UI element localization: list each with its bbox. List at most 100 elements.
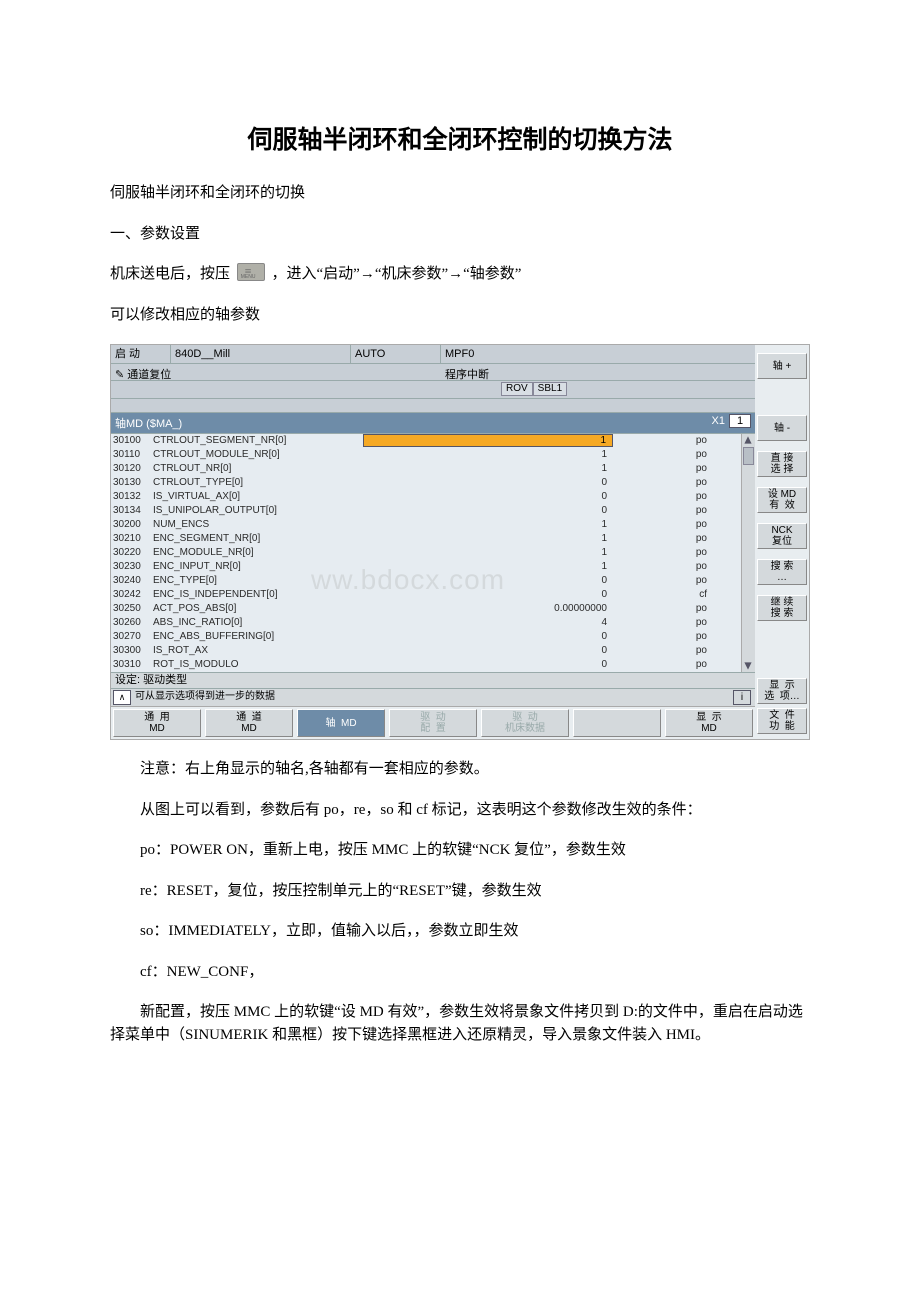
md-name: CTRLOUT_MODULE_NR[0] [153, 448, 363, 462]
hint-text: 可从显示选项得到进一步的数据 [133, 689, 733, 704]
md-value[interactable]: 1 [363, 448, 613, 462]
md-effect: po [613, 434, 723, 448]
md-name: NUM_ENCS [153, 518, 363, 532]
md-row[interactable]: 30210ENC_SEGMENT_NR[0]1po [111, 532, 741, 546]
bottom-softkey[interactable]: 驱 动 配 置 [389, 709, 477, 737]
md-row[interactable]: 30220ENC_MODULE_NR[0]1po [111, 546, 741, 560]
md-effect: po [613, 658, 723, 672]
note-newconf: 新配置，按压 MMC 上的软键“设 MD 有效”，参数生效将景象文件拷贝到 D:… [110, 1001, 810, 1046]
scrollbar[interactable] [741, 434, 755, 672]
md-value[interactable]: 1 [363, 434, 613, 447]
softkey-axis-plus[interactable]: 轴 + [757, 353, 807, 379]
md-id: 30240 [111, 574, 153, 588]
md-row[interactable]: 30100CTRLOUT_SEGMENT_NR[0]1po [111, 434, 741, 448]
hmi-prog-state: 程序中断 [441, 364, 755, 380]
softkey-search[interactable]: 搜 索 … [757, 559, 807, 585]
md-effect: po [613, 630, 723, 644]
hmi-mpf: MPF0 [441, 345, 755, 363]
bottom-softkey[interactable]: 通 用 MD [113, 709, 201, 737]
md-value[interactable]: 0 [363, 504, 613, 518]
md-row[interactable]: 30120CTRLOUT_NR[0]1po [111, 462, 741, 476]
md-id: 30230 [111, 560, 153, 574]
step-line: 机床送电后，按压 ，进入“启动”→“机床参数”→“轴参数” [110, 263, 810, 286]
md-row[interactable]: 30200NUM_ENCS1po [111, 518, 741, 532]
md-value[interactable]: 0 [363, 658, 613, 672]
bottom-softkey[interactable]: 显 示 MD [665, 709, 753, 737]
md-row[interactable]: 30134IS_UNIPOLAR_OUTPUT[0]0po [111, 504, 741, 518]
md-name: ENC_SEGMENT_NR[0] [153, 532, 363, 546]
md-value[interactable]: 1 [363, 560, 613, 574]
md-value[interactable]: 0 [363, 476, 613, 490]
md-effect: po [613, 504, 723, 518]
md-value[interactable]: 0 [363, 490, 613, 504]
md-id: 30310 [111, 658, 153, 672]
softkey-axis-minus[interactable]: 轴 - [757, 415, 807, 441]
md-row[interactable]: 30132IS_VIRTUAL_AX[0]0po [111, 490, 741, 504]
md-id: 30250 [111, 602, 153, 616]
md-name: IS_ROT_AX [153, 644, 363, 658]
scroll-thumb[interactable] [743, 447, 754, 465]
md-name: ENC_MODULE_NR[0] [153, 546, 363, 560]
bottom-softkeys: 通 用 MD通 道 MD轴 MD驱 动 配 置驱 动 机床数据 显 示 MD [111, 706, 755, 739]
hmi-hint-bar: ∧ 可从显示选项得到进一步的数据 i [111, 688, 755, 706]
md-row[interactable]: 30300IS_ROT_AX0po [111, 644, 741, 658]
md-row[interactable]: 30250ACT_POS_ABS[0]0.00000000po [111, 602, 741, 616]
md-row[interactable]: 30310ROT_IS_MODULO0po [111, 658, 741, 672]
md-id: 30220 [111, 546, 153, 560]
md-row[interactable]: 30270ENC_ABS_BUFFERING[0]0po [111, 630, 741, 644]
softkey-nck-reset[interactable]: NCK 复位 [757, 523, 807, 549]
md-value[interactable]: 1 [363, 546, 613, 560]
md-value[interactable]: 1 [363, 462, 613, 476]
section-heading: 一、参数设置 [110, 223, 810, 246]
softkey-continue-search[interactable]: 继 续 搜 索 [757, 595, 807, 621]
md-row[interactable]: 30260ABS_INC_RATIO[0]4po [111, 616, 741, 630]
bottom-softkey [573, 709, 661, 737]
hmi-top-row: 启 动 840D__Mill AUTO MPF0 ✎ 通道复位 程序中断 ROV… [111, 345, 809, 413]
bottom-softkey[interactable]: 驱 动 机床数据 [481, 709, 569, 737]
md-row[interactable]: 30240ENC_TYPE[0]0po [111, 574, 741, 588]
md-row[interactable]: 30230ENC_INPUT_NR[0]1po [111, 560, 741, 574]
note-so: so：IMMEDIATELY，立即，值输入以后，，参数立即生效 [110, 920, 810, 943]
md-row[interactable]: 30242ENC_IS_INDEPENDENT[0]0cf [111, 588, 741, 602]
hmi-screenshot: 启 动 840D__Mill AUTO MPF0 ✎ 通道复位 程序中断 ROV… [110, 344, 810, 740]
md-value[interactable]: 1 [363, 518, 613, 532]
md-name: ENC_ABS_BUFFERING[0] [153, 630, 363, 644]
md-effect: po [613, 602, 723, 616]
md-effect: cf [613, 588, 723, 602]
badge-rov: ROV [501, 382, 533, 396]
md-value[interactable]: 0 [363, 630, 613, 644]
note-effects: 从图上可以看到，参数后有 po，re，so 和 cf 标记，这表明这个参数修改生… [110, 799, 810, 822]
md-name: ACT_POS_ABS[0] [153, 602, 363, 616]
softkey-direct-select[interactable]: 直 接 选 择 [757, 451, 807, 477]
md-name: IS_VIRTUAL_AX[0] [153, 490, 363, 504]
md-value[interactable]: 1 [363, 532, 613, 546]
scroll-up-icon[interactable] [742, 434, 754, 446]
axis-index-input[interactable]: 1 [729, 414, 751, 428]
md-id: 30270 [111, 630, 153, 644]
md-value[interactable]: 0 [363, 588, 613, 602]
md-effect: po [613, 574, 723, 588]
md-name: ABS_INC_RATIO[0] [153, 616, 363, 630]
md-id: 30210 [111, 532, 153, 546]
bottom-softkey[interactable]: 通 道 MD [205, 709, 293, 737]
md-name: ENC_IS_INDEPENDENT[0] [153, 588, 363, 602]
scroll-down-icon[interactable] [742, 660, 754, 672]
md-row[interactable]: 30130CTRLOUT_TYPE[0]0po [111, 476, 741, 490]
softkey-display-options[interactable]: 显 示 选 项… [757, 678, 807, 704]
md-effect: po [613, 518, 723, 532]
softkey-file-functions[interactable]: 文 件 功 能 [757, 708, 807, 734]
md-value[interactable]: 0 [363, 644, 613, 658]
md-value[interactable]: 4 [363, 616, 613, 630]
md-value[interactable]: 0.00000000 [363, 602, 613, 616]
md-id: 30200 [111, 518, 153, 532]
info-icon[interactable]: i [733, 690, 751, 705]
md-row[interactable]: 30110CTRLOUT_MODULE_NR[0]1po [111, 448, 741, 462]
bottom-softkey[interactable]: 轴 MD [297, 709, 385, 737]
menu-select-icon [237, 263, 265, 281]
md-id: 30260 [111, 616, 153, 630]
softkey-set-md-active[interactable]: 设 MD 有 效 [757, 487, 807, 513]
badge-sbl1: SBL1 [533, 382, 567, 396]
md-name: IS_UNIPOLAR_OUTPUT[0] [153, 504, 363, 518]
md-value[interactable]: 0 [363, 574, 613, 588]
note-cf: cf：NEW_CONF， [110, 961, 810, 984]
